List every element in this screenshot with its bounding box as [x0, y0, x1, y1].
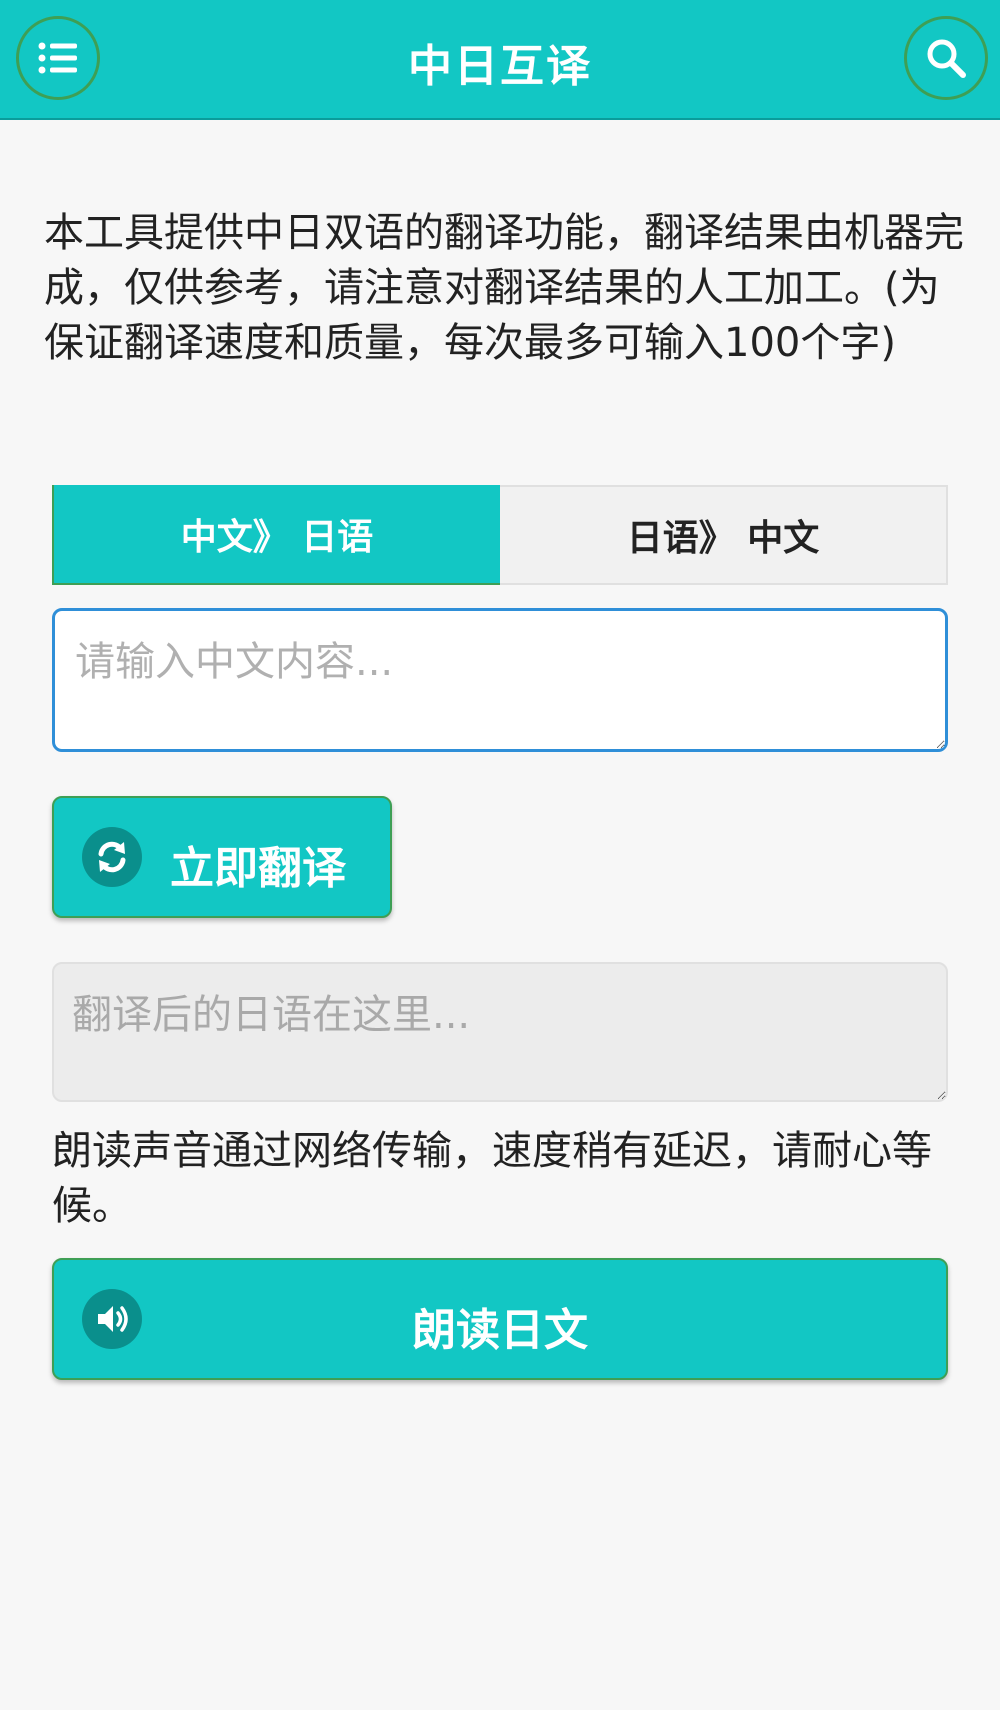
- tab-ja-to-zh[interactable]: 日语》 中文: [500, 487, 946, 583]
- intro-description: 本工具提供中日双语的翻译功能，翻译结果由机器完成，仅供参考，请注意对翻译结果的人…: [44, 210, 964, 366]
- translation-output[interactable]: [52, 962, 948, 1102]
- translate-button-label: 立即翻译: [170, 843, 346, 894]
- refresh-icon: [82, 827, 142, 887]
- translate-button[interactable]: 立即翻译: [52, 796, 392, 918]
- app-header: 中日互译: [0, 0, 1000, 120]
- read-japanese-button[interactable]: 朗读日文: [52, 1258, 948, 1380]
- audio-notice: 朗读声音通过网络传输，速度稍有延迟，请耐心等候。: [52, 1128, 932, 1229]
- page-title: 中日互译: [408, 41, 592, 92]
- source-text-input[interactable]: [52, 608, 948, 752]
- direction-tabs: 中文》 日语 日语》 中文: [52, 485, 948, 585]
- tab-zh-to-ja[interactable]: 中文》 日语: [52, 485, 500, 585]
- read-button-label: 朗读日文: [412, 1305, 588, 1356]
- search-button[interactable]: [904, 16, 988, 100]
- search-icon: [925, 37, 967, 79]
